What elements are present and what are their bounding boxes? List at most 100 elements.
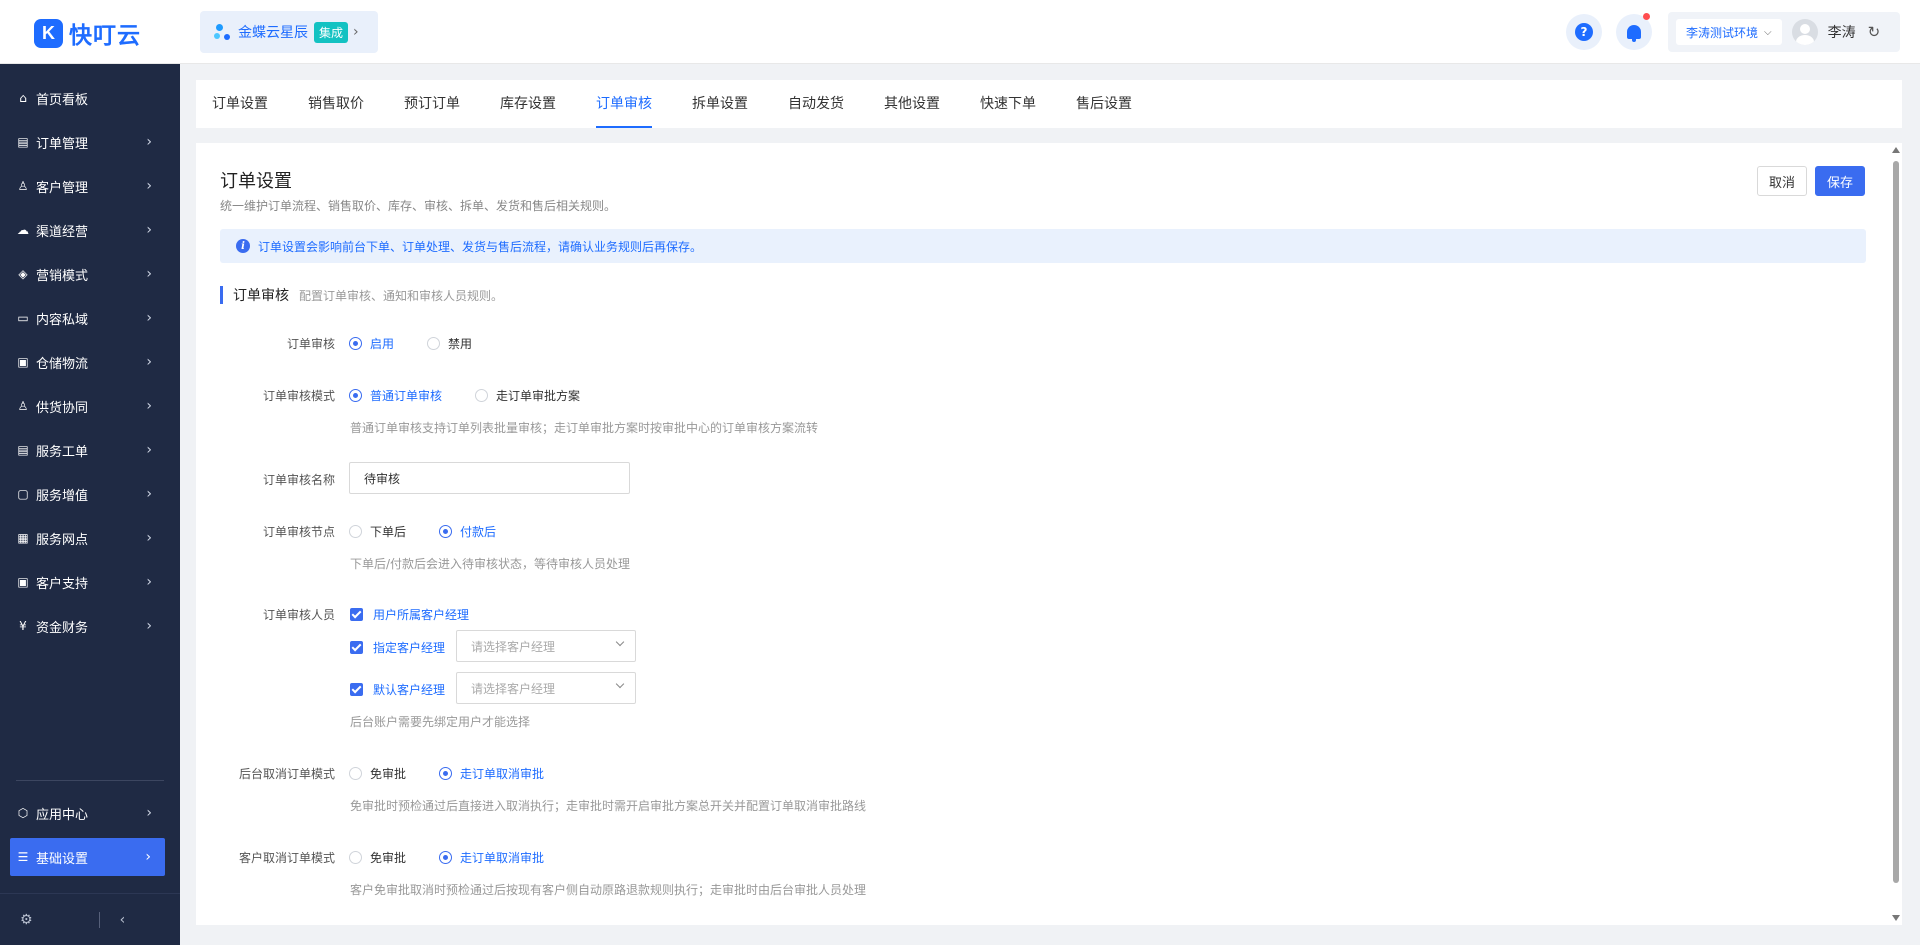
tab-split-order[interactable]: 拆单设置	[692, 80, 748, 128]
environment-select[interactable]: 李涛测试环境 ⌵	[1676, 19, 1782, 45]
bag-icon: ▢	[17, 487, 29, 501]
sidebar-item-label: 渠道经营	[36, 224, 89, 240]
top-header: K 快叮云 金蝶云星辰 集成 › ? 李涛测试环境 ⌵ 李涛 ↻	[0, 0, 1920, 64]
sidebar-item-dashboard[interactable]: ⌂ 首页看板	[0, 78, 180, 118]
help-icon: ?	[1575, 23, 1593, 41]
tab-quick-order[interactable]: 快速下单	[980, 80, 1036, 128]
sidebar-item-service-points[interactable]: ▦ 服务网点 ›	[0, 518, 180, 558]
gear-icon[interactable]: ⚙	[20, 912, 33, 928]
default-manager-select[interactable]: 请选择客户经理	[456, 672, 636, 704]
avatar[interactable]	[1791, 19, 1818, 45]
audit-mode-label: 订单审核模式	[262, 389, 335, 403]
chevron-right-icon: ›	[146, 618, 152, 634]
chevron-right-icon: ›	[353, 24, 359, 40]
audit-mode-approval-radio[interactable]: 走订单审批方案	[475, 387, 580, 404]
sidebar-item-service-tickets[interactable]: ▤ 服务工单 ›	[0, 430, 180, 470]
audit-disable-radio[interactable]: 禁用	[427, 335, 472, 352]
radio-label: 走订单取消审批	[460, 767, 545, 781]
tab-preorder[interactable]: 预订订单	[404, 80, 460, 128]
content-scrollbar[interactable]	[1891, 143, 1902, 925]
tab-auto-ship[interactable]: 自动发货	[788, 80, 844, 128]
section-title: 订单审核	[233, 288, 289, 304]
checkbox-label: 用户所属客户经理	[373, 608, 470, 622]
user-icon: ♙	[17, 179, 29, 193]
environment-label: 李涛测试环境	[1686, 25, 1759, 40]
radio-label: 走订单取消审批	[460, 851, 545, 865]
audit-name-input[interactable]: 待审核	[349, 462, 630, 494]
customer-cancel-no-approval-radio[interactable]: 免审批	[349, 849, 406, 866]
radio-dot	[349, 389, 362, 402]
page-title: 订单设置	[220, 171, 292, 192]
sidebar-item-basic-settings[interactable]: ☰ 基础设置 ›	[10, 838, 165, 876]
logo-mark-icon: K	[34, 18, 63, 48]
radio-dot	[439, 767, 452, 780]
sidebar-item-channels[interactable]: ☁ 渠道经营 ›	[0, 210, 180, 250]
designated-manager-select[interactable]: 请选择客户经理	[456, 630, 636, 662]
backend-cancel-approval-radio[interactable]: 走订单取消审批	[439, 765, 544, 782]
refresh-icon[interactable]: ↻	[1868, 23, 1881, 41]
sidebar-item-warehouse[interactable]: ▣ 仓储物流 ›	[0, 342, 180, 382]
tab-after-sales[interactable]: 售后设置	[1076, 80, 1132, 128]
sidebar-item-label: 内容私域	[36, 312, 89, 328]
chevron-right-icon: ›	[146, 530, 152, 546]
customer-cancel-hint: 客户免审批取消时预检通过后按现有客户侧自动原路退款规则执行；走审批时由后台审批人…	[350, 883, 867, 897]
app-logo[interactable]: K 快叮云	[34, 16, 141, 50]
product-switcher[interactable]: 金蝶云星辰 集成 ›	[200, 11, 378, 53]
audit-mode-hint: 普通订单审核支持订单列表批量审核；走订单审批方案时按审批中心的订单审核方案流转	[350, 421, 819, 435]
tab-order-audit[interactable]: 订单审核	[596, 80, 652, 128]
save-button[interactable]: 保存	[1815, 166, 1865, 196]
audit-enable-radio[interactable]: 启用	[349, 335, 394, 352]
chevron-right-icon: ›	[146, 354, 152, 370]
auditor-customer-manager-checkbox[interactable]: 用户所属客户经理	[350, 606, 469, 623]
user-name[interactable]: 李涛	[1828, 22, 1856, 42]
home-icon: ⌂	[19, 91, 27, 105]
sidebar-item-orders[interactable]: ▤ 订单管理 ›	[0, 122, 180, 162]
tab-sales-pricing[interactable]: 销售取价	[308, 80, 364, 128]
collapse-sidebar-icon[interactable]: ‹	[120, 912, 126, 928]
radio-dot	[439, 525, 452, 538]
sidebar-item-app-center[interactable]: ⬡ 应用中心 ›	[0, 793, 180, 833]
scroll-up-icon[interactable]	[1892, 147, 1900, 153]
scrollbar-thumb[interactable]	[1893, 161, 1899, 883]
tab-other[interactable]: 其他设置	[884, 80, 940, 128]
chevron-down-icon	[615, 679, 625, 689]
sidebar-item-finance[interactable]: ¥ 资金财务 ›	[0, 606, 180, 646]
help-button[interactable]: ?	[1566, 14, 1602, 50]
sidebar-item-supply[interactable]: ♙ 供货协同 ›	[0, 386, 180, 426]
notification-button[interactable]	[1616, 13, 1652, 50]
auditor-designated-manager-checkbox[interactable]: 指定客户经理	[350, 639, 445, 656]
backend-cancel-label: 后台取消订单模式	[238, 767, 335, 781]
auditor-default-manager-checkbox[interactable]: 默认客户经理	[350, 681, 445, 698]
audit-node-after-order-radio[interactable]: 下单后	[349, 523, 406, 540]
customer-cancel-approval-radio[interactable]: 走订单取消审批	[439, 849, 544, 866]
notification-badge	[1643, 13, 1650, 20]
backend-cancel-no-approval-radio[interactable]: 免审批	[349, 765, 406, 782]
yuan-icon: ¥	[19, 619, 27, 633]
info-alert: i 订单设置会影响前台下单、订单处理、发货与售后流程，请确认业务规则后再保存。	[220, 229, 1866, 263]
page-description: 统一维护订单流程、销售取价、库存、审核、拆单、发货和售后相关规则。	[220, 199, 617, 213]
radio-dot	[349, 337, 362, 350]
chevron-right-icon: ›	[146, 805, 152, 821]
alert-text: 订单设置会影响前台下单、订单处理、发货与售后流程，请确认业务规则后再保存。	[258, 239, 703, 254]
sidebar-item-support[interactable]: ▣ 客户支持 ›	[0, 562, 180, 602]
audit-mode-normal-radio[interactable]: 普通订单审核	[349, 387, 442, 404]
audit-label: 订单审核	[286, 337, 335, 351]
scroll-down-icon[interactable]	[1892, 915, 1900, 921]
logo-text: 快叮云	[69, 23, 141, 49]
sidebar-item-marketing[interactable]: ◈ 营销模式 ›	[0, 254, 180, 294]
tab-inventory[interactable]: 库存设置	[500, 80, 556, 128]
sidebar-item-content[interactable]: ▭ 内容私域 ›	[0, 298, 180, 338]
sidebar-item-label: 仓储物流	[36, 356, 89, 372]
sidebar-item-label: 基础设置	[36, 851, 89, 867]
radio-dot	[439, 851, 452, 864]
sidebar-item-label: 首页看板	[36, 92, 89, 108]
audit-node-after-payment-radio[interactable]: 付款后	[439, 523, 496, 540]
sidebar-item-label: 供货协同	[36, 400, 89, 416]
sidebar-item-value-added[interactable]: ▢ 服务增值 ›	[0, 474, 180, 514]
radio-dot	[349, 525, 362, 538]
checkbox-icon	[350, 683, 363, 696]
cancel-button[interactable]: 取消	[1757, 166, 1807, 196]
chevron-down-icon	[615, 637, 625, 647]
sidebar-item-customers[interactable]: ♙ 客户管理 ›	[0, 166, 180, 206]
tab-order-settings[interactable]: 订单设置	[212, 80, 268, 128]
